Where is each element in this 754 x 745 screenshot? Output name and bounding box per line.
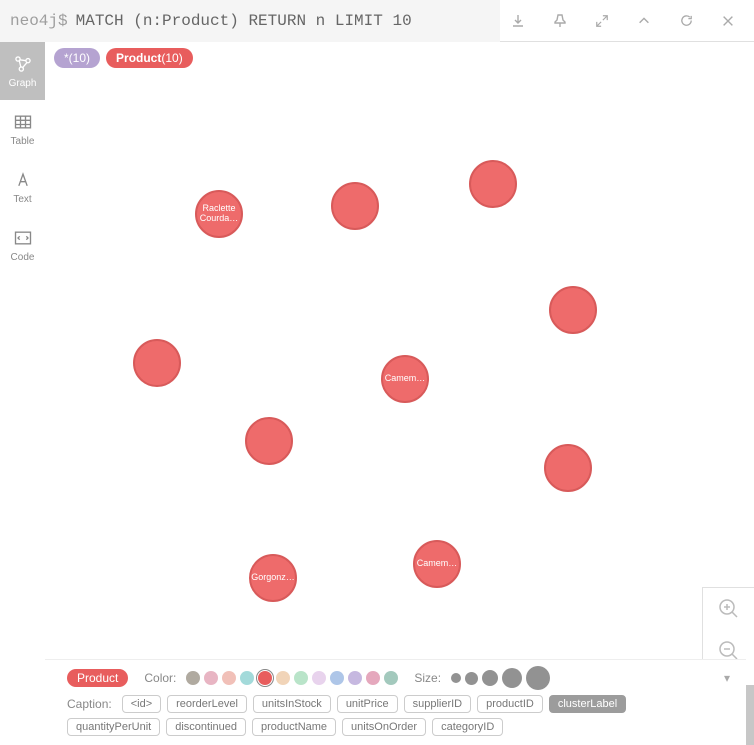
color-swatch[interactable]	[186, 671, 200, 685]
graph-icon	[13, 54, 33, 74]
refresh-icon[interactable]	[678, 13, 694, 29]
color-swatch[interactable]	[312, 671, 326, 685]
rail-label: Code	[11, 252, 35, 263]
graph-node[interactable]	[469, 160, 517, 208]
caption-prop-productid[interactable]: productID	[477, 695, 543, 713]
rail-item-code[interactable]: Code	[0, 216, 45, 274]
color-swatch[interactable]	[240, 671, 254, 685]
caption-prop-unitsinstock[interactable]: unitsInStock	[253, 695, 331, 713]
caption-props-row2: quantityPerUnit discontinued productName un…	[67, 718, 503, 736]
size-swatch[interactable]	[482, 670, 498, 686]
chevron-up-icon[interactable]	[636, 13, 652, 29]
color-swatch[interactable]	[348, 671, 362, 685]
code-icon	[13, 228, 33, 248]
rail-label: Graph	[9, 78, 37, 89]
node-label: Camem…	[417, 559, 458, 569]
download-icon[interactable]	[510, 13, 526, 29]
caption-prop-discontinued[interactable]: discontinued	[166, 718, 246, 736]
rail-label: Table	[11, 136, 35, 147]
rail-label: Text	[13, 194, 31, 205]
caption-prop-id[interactable]: <id>	[122, 695, 161, 713]
caption-prop-unitprice[interactable]: unitPrice	[337, 695, 398, 713]
color-swatches	[186, 671, 398, 685]
node-label: Gorgonz…	[251, 573, 295, 583]
zoom-in-button[interactable]	[703, 588, 754, 630]
node-label: Camem…	[385, 374, 426, 384]
graph-node[interactable]	[549, 286, 597, 334]
graph-node[interactable]: Camem…	[381, 355, 429, 403]
color-swatch[interactable]	[330, 671, 344, 685]
query-text: MATCH (n:Product) RETURN n LIMIT 10	[76, 12, 412, 30]
size-swatch[interactable]	[451, 673, 461, 683]
rail-item-table[interactable]: Table	[0, 100, 45, 158]
graph-node[interactable]: Camem…	[413, 540, 461, 588]
caption-prop-unitsonorder[interactable]: unitsOnOrder	[342, 718, 426, 736]
rail-item-graph[interactable]: Graph	[0, 42, 45, 100]
query-prompt: neo4j$	[10, 12, 68, 30]
pin-icon[interactable]	[552, 13, 568, 29]
color-label: Color:	[144, 671, 176, 685]
caption-prop-reorderlevel[interactable]: reorderLevel	[167, 695, 247, 713]
scrollbar[interactable]	[746, 685, 754, 745]
caption-label: Caption:	[67, 697, 112, 711]
text-icon	[13, 170, 33, 190]
graph-canvas[interactable]: Raclette Courda… Camem… Gorgonz… Camem…	[45, 42, 754, 680]
graph-node[interactable]	[331, 182, 379, 230]
size-swatches	[451, 666, 550, 690]
close-icon[interactable]	[720, 13, 736, 29]
graph-node[interactable]: Gorgonz…	[249, 554, 297, 602]
caption-prop-quantityperunit[interactable]: quantityPerUnit	[67, 718, 160, 736]
label-pill-product[interactable]: Product	[67, 669, 128, 687]
query-actions	[500, 13, 754, 29]
panel-collapse-icon[interactable]: ▾	[724, 671, 730, 685]
color-swatch[interactable]	[384, 671, 398, 685]
color-swatch[interactable]	[204, 671, 218, 685]
collapse-icon[interactable]	[594, 13, 610, 29]
size-swatch[interactable]	[465, 672, 478, 685]
query-bar: neo4j$ MATCH (n:Product) RETURN n LIMIT …	[0, 0, 754, 42]
rail-item-text[interactable]: Text	[0, 158, 45, 216]
graph-node[interactable]	[245, 417, 293, 465]
query-input[interactable]: neo4j$ MATCH (n:Product) RETURN n LIMIT …	[0, 0, 500, 42]
size-swatch[interactable]	[502, 668, 522, 688]
node-label: Raclette Courda…	[200, 204, 239, 224]
size-label: Size:	[414, 671, 441, 685]
caption-prop-supplierid[interactable]: supplierID	[404, 695, 472, 713]
color-swatch[interactable]	[294, 671, 308, 685]
caption-prop-productname[interactable]: productName	[252, 718, 336, 736]
graph-node[interactable]	[133, 339, 181, 387]
color-swatch[interactable]	[222, 671, 236, 685]
table-icon	[13, 112, 33, 132]
caption-props-row1: <id> reorderLevel unitsInStock unitPrice sup…	[122, 695, 626, 713]
color-swatch[interactable]	[276, 671, 290, 685]
size-swatch[interactable]	[526, 666, 550, 690]
caption-prop-clusterlabel[interactable]: clusterLabel	[549, 695, 626, 713]
color-swatch[interactable]	[366, 671, 380, 685]
view-rail: Graph Table Text Code	[0, 42, 45, 274]
graph-node[interactable]: Raclette Courda…	[195, 190, 243, 238]
style-panel: Product Color: Size: ▾ Caption: <id> reor…	[45, 659, 746, 745]
caption-prop-categoryid[interactable]: categoryID	[432, 718, 503, 736]
graph-node[interactable]	[544, 444, 592, 492]
color-swatch[interactable]	[258, 671, 272, 685]
